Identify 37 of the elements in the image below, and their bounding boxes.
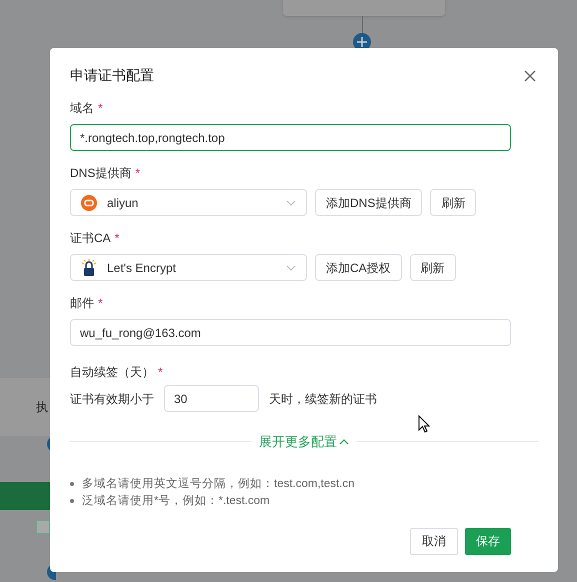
card-label: 执 bbox=[36, 399, 48, 416]
text-field[interactable]: *.rongtech.top,rongtech.top bbox=[70, 124, 511, 151]
required-asterisk: * bbox=[98, 295, 103, 312]
dialog-title: 申请证书配置 bbox=[70, 66, 154, 85]
select-field[interactable]: Let's Encrypt bbox=[70, 254, 307, 281]
days-field[interactable]: 30 bbox=[164, 385, 259, 412]
field-label: 证书CA bbox=[70, 230, 111, 247]
cancel-button[interactable]: 取消 bbox=[410, 528, 458, 554]
chevron-up-icon bbox=[339, 438, 349, 445]
select-field[interactable]: aliyun bbox=[70, 189, 307, 216]
bullet-icon bbox=[70, 482, 74, 486]
action-button[interactable]: 刷新 bbox=[410, 254, 456, 281]
tip-text: 泛域名请使用*号，例如：*.test.com bbox=[82, 494, 270, 508]
required-asterisk: * bbox=[98, 100, 103, 117]
padlock-icon bbox=[81, 258, 97, 276]
tag-chip bbox=[36, 520, 50, 534]
field-label: 域名 bbox=[70, 100, 94, 117]
required-asterisk: * bbox=[135, 165, 140, 182]
renewal-suffix: 天时，续签新的证书 bbox=[269, 390, 377, 408]
pointer-cursor-icon bbox=[418, 415, 430, 433]
close-icon[interactable] bbox=[524, 70, 536, 82]
action-button[interactable]: 添加DNS提供商 bbox=[315, 189, 422, 216]
cloud-logo-icon bbox=[81, 194, 97, 210]
action-button[interactable]: 添加CA授权 bbox=[315, 254, 402, 281]
text-field[interactable]: wu_fu_rong@163.com bbox=[70, 319, 511, 346]
field-label: 邮件 bbox=[70, 295, 94, 312]
field-label: DNS提供商 bbox=[70, 165, 132, 182]
bullet-icon bbox=[70, 499, 74, 503]
action-button[interactable]: 刷新 bbox=[430, 189, 476, 216]
required-asterisk: * bbox=[114, 230, 120, 247]
tip-text: 多域名请使用英文逗号分隔，例如：test.com,test.cn bbox=[82, 476, 355, 492]
field-label: 自动续签（天） bbox=[70, 364, 154, 381]
chevron-down-icon bbox=[286, 200, 296, 206]
chevron-down-icon bbox=[286, 264, 296, 270]
required-asterisk: * bbox=[158, 364, 163, 381]
renewal-prefix: 证书有效期小于 bbox=[70, 390, 154, 408]
node-bar bbox=[0, 482, 50, 510]
